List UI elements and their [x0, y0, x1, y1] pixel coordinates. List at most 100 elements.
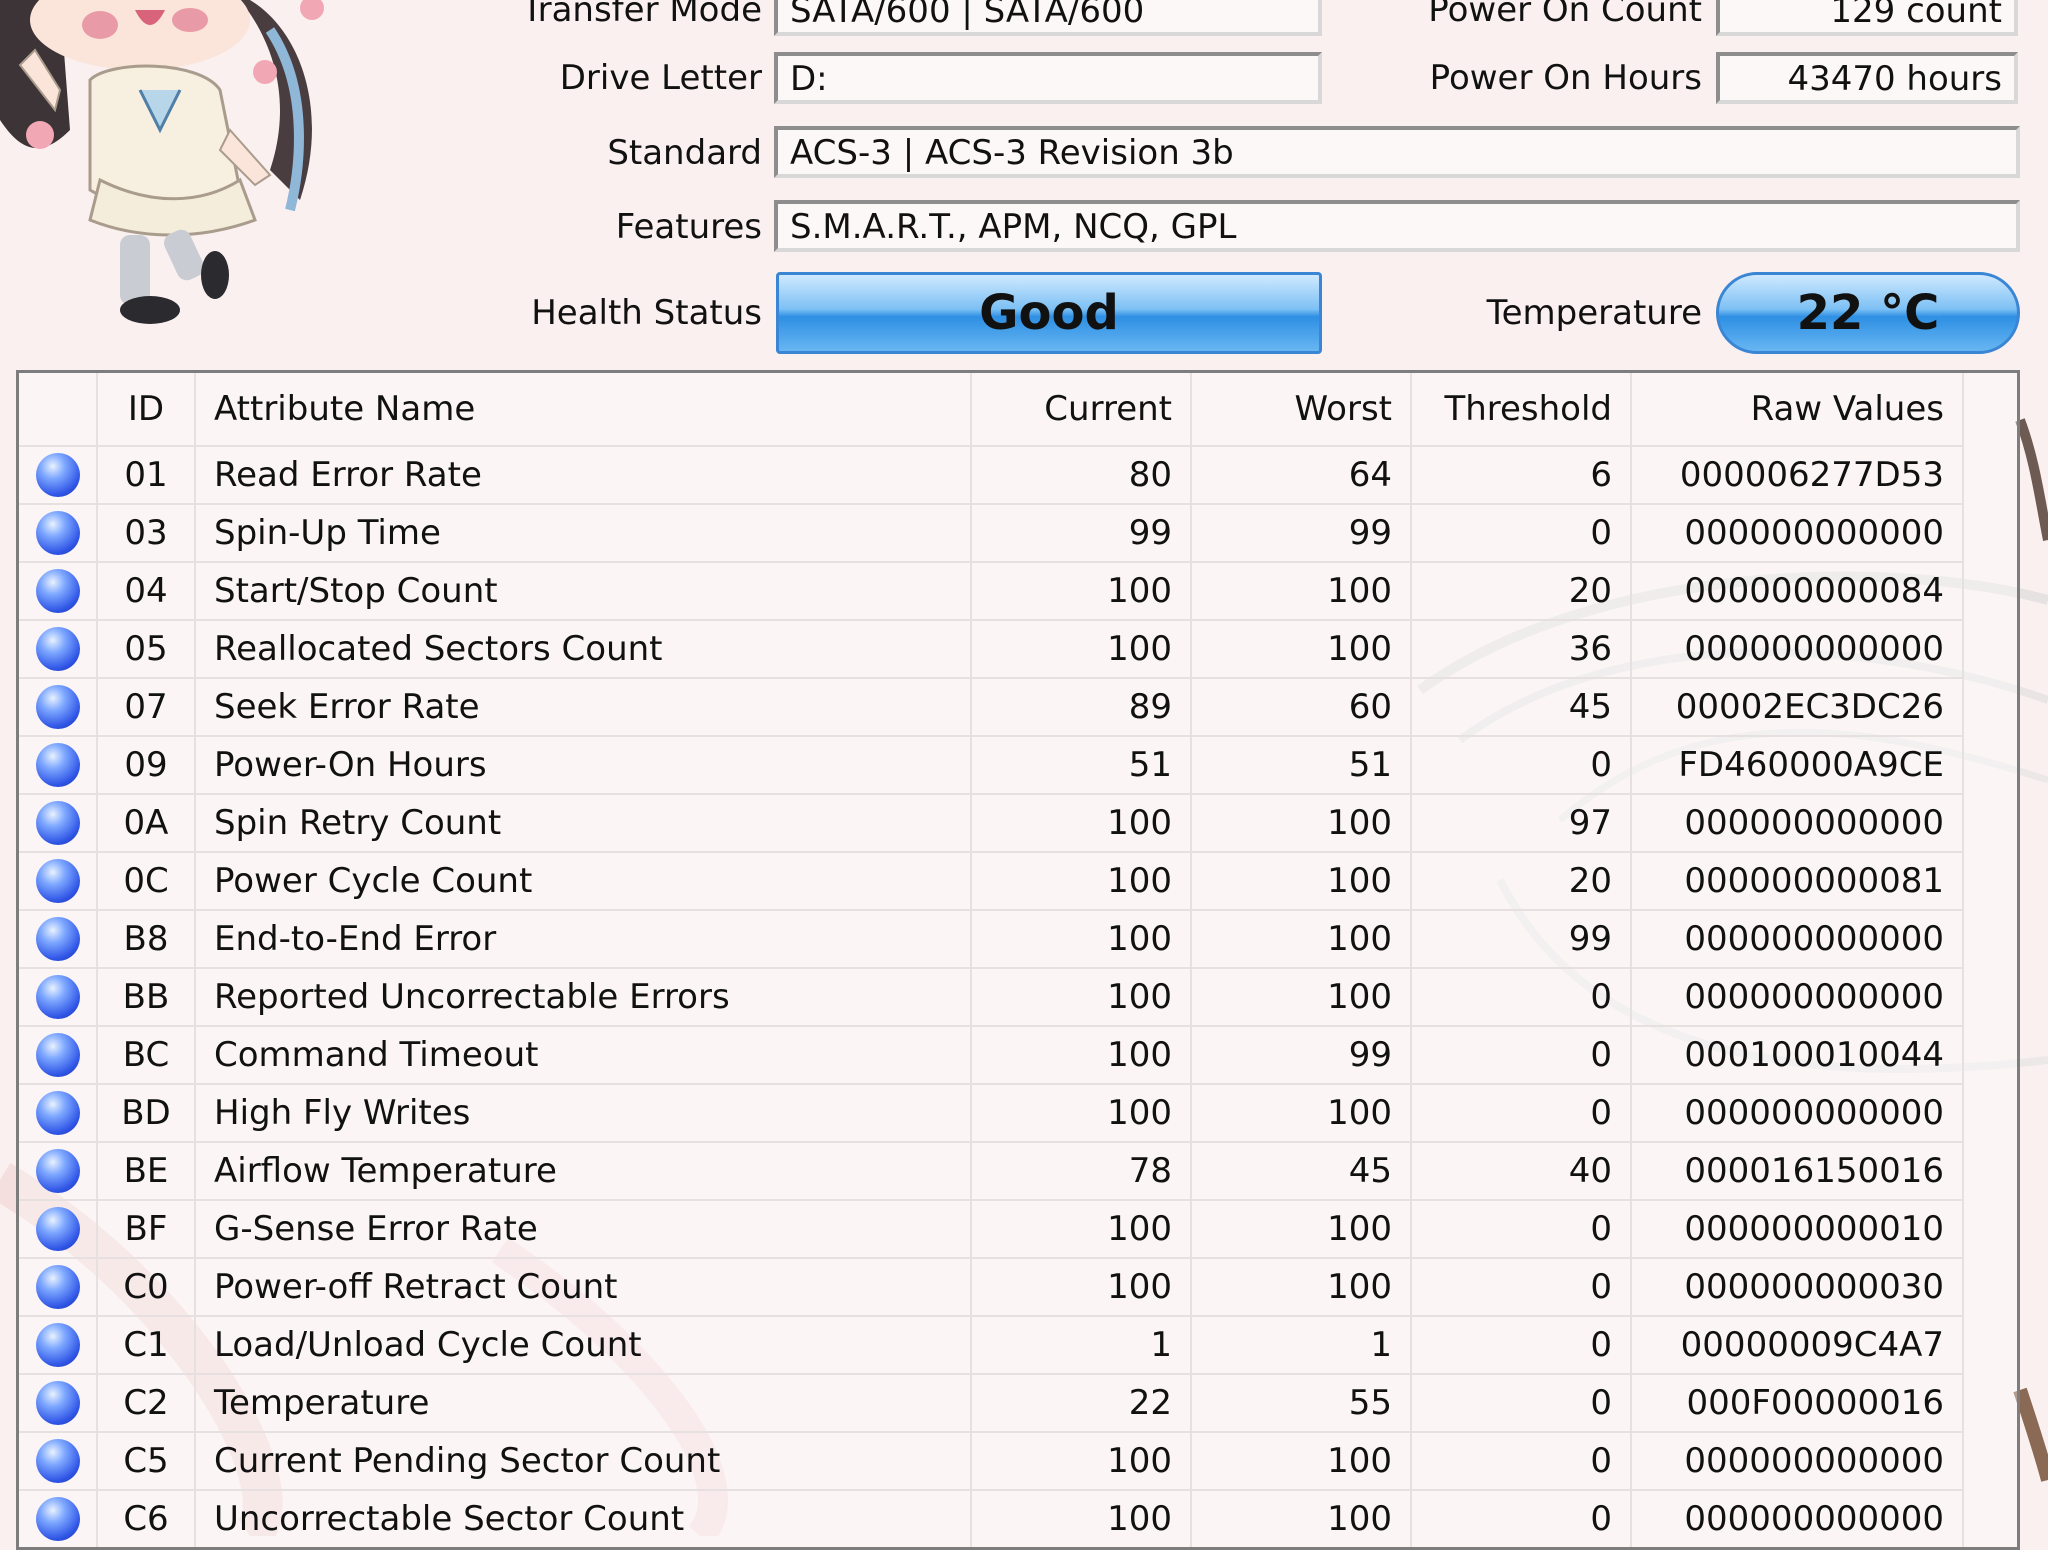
attribute-worst: 100	[1191, 1258, 1412, 1317]
attribute-worst: 45	[1191, 1142, 1412, 1201]
table-row[interactable]: 01 Read Error Rate 80 64 6 000006277D53	[19, 446, 1964, 505]
status-cell	[19, 1374, 98, 1433]
attribute-raw-value: 000000000000	[1631, 1084, 1964, 1143]
status-cell	[19, 852, 98, 911]
attribute-threshold: 40	[1411, 1142, 1632, 1201]
attribute-raw-value: 000000000000	[1631, 1490, 1964, 1547]
attribute-current: 22	[971, 1374, 1192, 1433]
status-cell	[19, 1200, 98, 1259]
attribute-current: 100	[971, 794, 1192, 853]
status-cell	[19, 794, 98, 853]
attribute-raw-value: 000000000000	[1631, 910, 1964, 969]
attribute-worst: 55	[1191, 1374, 1412, 1433]
attribute-threshold: 0	[1411, 504, 1632, 563]
table-row[interactable]: BF G-Sense Error Rate 100 100 0 000000000010	[19, 1200, 1964, 1259]
attribute-raw-value: 000016150016	[1631, 1142, 1964, 1201]
power-on-hours-field: 43470 hours	[1716, 52, 2018, 104]
attribute-id: C0	[97, 1258, 196, 1317]
table-row[interactable]: BB Reported Uncorrectable Errors 100 100 0 00…	[19, 968, 1964, 1027]
blue-status-dot-icon	[35, 569, 80, 613]
table-row[interactable]: 07 Seek Error Rate 89 60 45 00002EC3DC26	[19, 678, 1964, 737]
attribute-id: C2	[97, 1374, 196, 1433]
attribute-name: Spin Retry Count	[195, 794, 972, 853]
attribute-worst: 100	[1191, 794, 1412, 853]
table-row[interactable]: B8 End-to-End Error 100 100 99 000000000000	[19, 910, 1964, 969]
table-row[interactable]: 0A Spin Retry Count 100 100 97 000000000000	[19, 794, 1964, 853]
table-row[interactable]: 0C Power Cycle Count 100 100 20 000000000081	[19, 852, 1964, 911]
attribute-name: Reallocated Sectors Count	[195, 620, 972, 679]
attribute-current: 100	[971, 1258, 1192, 1317]
attribute-id: C1	[97, 1316, 196, 1375]
header-attribute-name[interactable]: Attribute Name	[195, 373, 972, 447]
blue-status-dot-icon	[35, 1439, 80, 1483]
health-status-label: Health Status	[531, 293, 762, 333]
attribute-id: 09	[97, 736, 196, 795]
status-cell	[19, 1142, 98, 1201]
temperature-button[interactable]: 22 °C	[1716, 272, 2020, 354]
attribute-current: 1	[971, 1316, 1192, 1375]
header-status[interactable]	[19, 373, 98, 447]
attribute-current: 100	[971, 1490, 1192, 1547]
attribute-worst: 100	[1191, 1490, 1412, 1547]
attribute-worst: 1	[1191, 1316, 1412, 1375]
header-threshold[interactable]: Threshold	[1411, 373, 1632, 447]
attribute-current: 100	[971, 1084, 1192, 1143]
table-row[interactable]: C2 Temperature 22 55 0 000F00000016	[19, 1374, 1964, 1433]
status-cell	[19, 1490, 98, 1547]
header-worst[interactable]: Worst	[1191, 373, 1412, 447]
attribute-threshold: 97	[1411, 794, 1632, 853]
attribute-id: C6	[97, 1490, 196, 1547]
attribute-raw-value: 000000000000	[1631, 620, 1964, 679]
attribute-threshold: 0	[1411, 1258, 1632, 1317]
attribute-worst: 99	[1191, 504, 1412, 563]
table-row[interactable]: C1 Load/Unload Cycle Count 1 1 0 00000009C4A7	[19, 1316, 1964, 1375]
attribute-raw-value: 000000000084	[1631, 562, 1964, 621]
attribute-name: High Fly Writes	[195, 1084, 972, 1143]
attribute-raw-value: 000000000000	[1631, 794, 1964, 853]
table-row[interactable]: 05 Reallocated Sectors Count 100 100 36 00000…	[19, 620, 1964, 679]
transfer-mode-label: Transfer Mode	[521, 0, 762, 30]
header-current[interactable]: Current	[971, 373, 1192, 447]
attribute-raw-value: 000000000010	[1631, 1200, 1964, 1259]
attribute-current: 100	[971, 1200, 1192, 1259]
attribute-name: G-Sense Error Rate	[195, 1200, 972, 1259]
header-raw-values[interactable]: Raw Values	[1631, 373, 1964, 447]
table-row[interactable]: BD High Fly Writes 100 100 0 000000000000	[19, 1084, 1964, 1143]
attribute-id: B8	[97, 910, 196, 969]
table-row[interactable]: BE Airflow Temperature 78 45 40 000016150016	[19, 1142, 1964, 1201]
header-id[interactable]: ID	[97, 373, 196, 447]
blue-status-dot-icon	[35, 453, 80, 497]
status-cell	[19, 736, 98, 795]
attribute-worst: 100	[1191, 852, 1412, 911]
attribute-current: 80	[971, 446, 1192, 505]
table-row[interactable]: 03 Spin-Up Time 99 99 0 000000000000	[19, 504, 1964, 563]
attribute-name: Command Timeout	[195, 1026, 972, 1085]
table-row[interactable]: BC Command Timeout 100 99 0 000100010044	[19, 1026, 1964, 1085]
status-cell	[19, 562, 98, 621]
table-row[interactable]: 04 Start/Stop Count 100 100 20 000000000084	[19, 562, 1964, 621]
power-on-count-field: 129 count	[1716, 0, 2018, 36]
table-row[interactable]: C0 Power-off Retract Count 100 100 0 00000000…	[19, 1258, 1964, 1317]
blue-status-dot-icon	[35, 1323, 80, 1367]
attribute-id: BD	[97, 1084, 196, 1143]
attribute-worst: 100	[1191, 1432, 1412, 1491]
table-row[interactable]: C5 Current Pending Sector Count 100 100 0 000…	[19, 1432, 1964, 1491]
attribute-raw-value: 000000000000	[1631, 968, 1964, 1027]
attribute-id: 0A	[97, 794, 196, 853]
attribute-name: Temperature	[195, 1374, 972, 1433]
blue-status-dot-icon	[35, 685, 80, 729]
drive-letter-field: D:	[774, 52, 1322, 104]
mascot-illustration	[0, 0, 324, 324]
attribute-id: 07	[97, 678, 196, 737]
attribute-name: Current Pending Sector Count	[195, 1432, 972, 1491]
attribute-id: BC	[97, 1026, 196, 1085]
table-row[interactable]: 09 Power-On Hours 51 51 0 FD460000A9CE	[19, 736, 1964, 795]
blue-status-dot-icon	[35, 917, 80, 961]
table-row[interactable]: C6 Uncorrectable Sector Count 100 100 0 00000…	[19, 1490, 1964, 1547]
attribute-current: 99	[971, 504, 1192, 563]
drive-letter-label: Drive Letter	[559, 58, 762, 98]
attribute-threshold: 0	[1411, 736, 1632, 795]
smart-attributes-table[interactable]: ID Attribute Name Current Worst Threshol…	[16, 370, 2020, 1550]
blue-status-dot-icon	[35, 511, 80, 555]
health-status-button[interactable]: Good	[776, 272, 1322, 354]
